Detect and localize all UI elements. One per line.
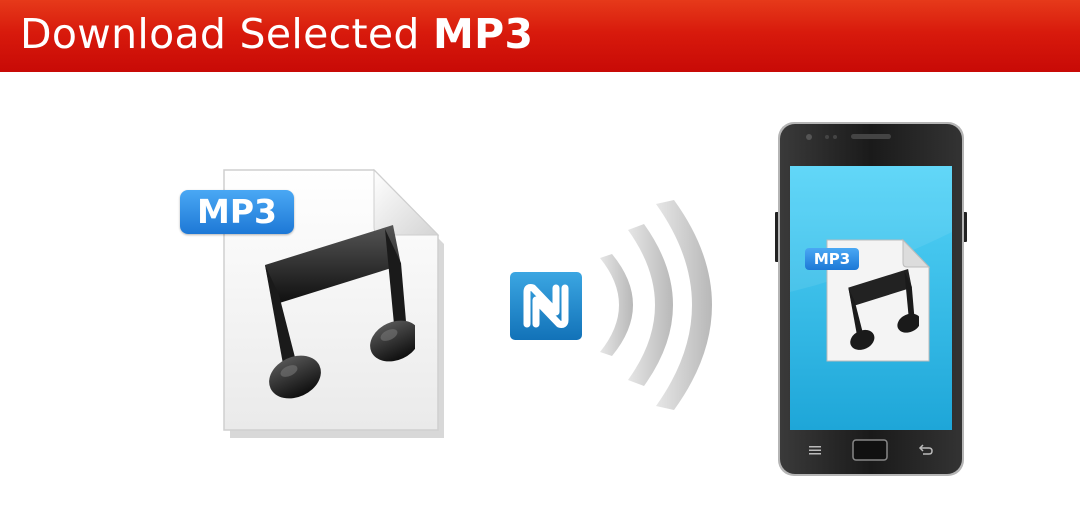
home-button[interactable] (853, 440, 887, 460)
nfc-icon (510, 272, 582, 340)
mp3-file-icon: MP3 (170, 165, 450, 445)
menu-button[interactable] (805, 442, 825, 458)
header-banner: Download Selected MP3 (0, 0, 1080, 72)
music-note-icon (848, 269, 919, 350)
screen-mp3-badge: MP3 (805, 248, 859, 270)
mp3-badge: MP3 (180, 190, 294, 234)
back-button[interactable] (915, 442, 935, 458)
mp3-badge-label: MP3 (197, 192, 277, 231)
page-title-prefix: Download Selected (20, 10, 420, 58)
back-arrow-icon (918, 444, 933, 455)
screen-mp3-badge-label: MP3 (813, 250, 851, 268)
menu-icon (809, 446, 821, 455)
page-title: Download Selected MP3 (20, 10, 533, 58)
smartphone: MP3 (775, 122, 967, 476)
page-title-emphasis: MP3 (433, 10, 534, 58)
music-note-icon (265, 225, 415, 399)
wireless-signal-icon (590, 200, 730, 410)
screen-mp3-file-icon: MP3 (805, 237, 935, 367)
